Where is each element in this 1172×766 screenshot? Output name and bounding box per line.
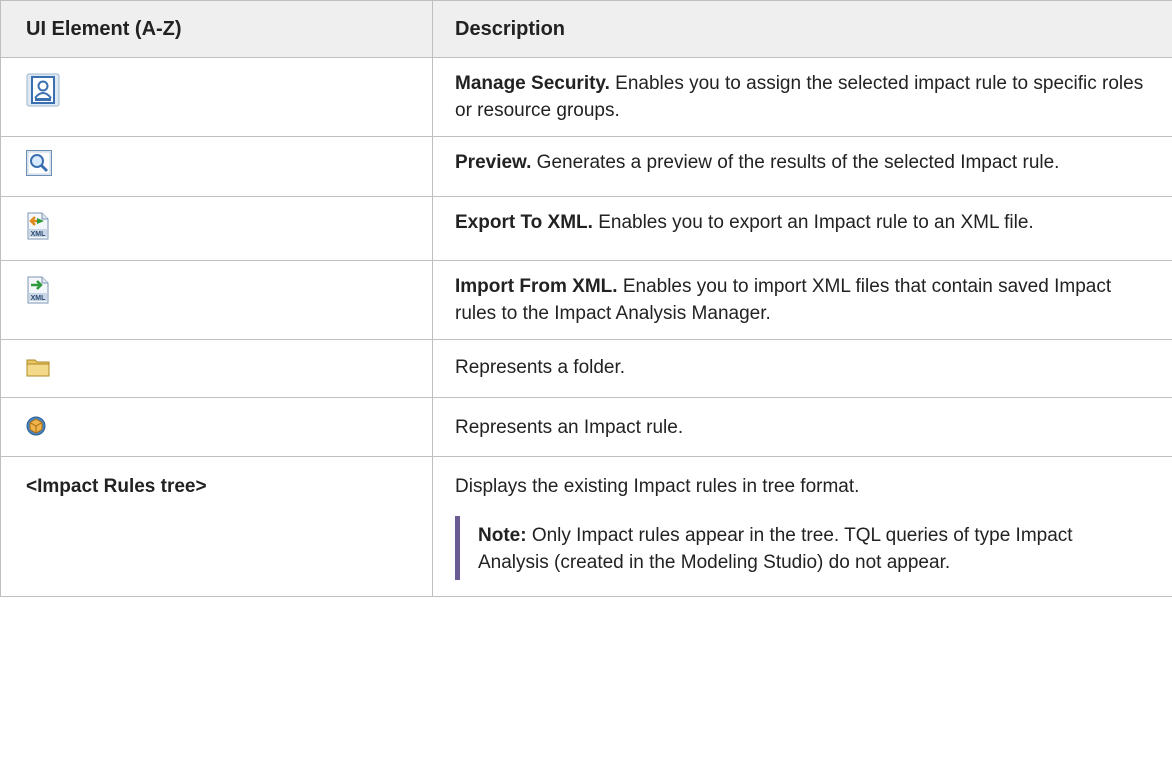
folder-icon [26, 357, 50, 385]
table-cell-icon: XML [0, 196, 433, 261]
preview-icon [26, 150, 52, 184]
description-text: Enables you to export an Impact rule to … [592, 212, 1034, 233]
table-row: Preview. Generates a preview of the resu… [0, 136, 1172, 197]
table-cell-description: Export To XML. Enables you to export an … [432, 196, 1172, 261]
table-cell-icon [0, 397, 433, 457]
table-row: <Impact Rules tree> Displays the existin… [0, 456, 1172, 597]
svg-text:XML: XML [31, 295, 47, 302]
import-xml-icon: XML [26, 276, 50, 312]
description-text: Represents a folder. [455, 357, 626, 378]
description-text: Generates a preview of the results of th… [531, 152, 1060, 173]
export-xml-icon: XML [26, 212, 50, 248]
table-cell-icon [0, 57, 433, 137]
impact-rule-icon [26, 416, 46, 444]
ui-elements-table: UI Element (A-Z) Description Manage Secu… [0, 0, 1172, 597]
table-cell-description: Represents a folder. [432, 339, 1172, 398]
table-header-row: UI Element (A-Z) Description [0, 0, 1172, 58]
table-cell-description: Manage Security. Enables you to assign t… [432, 57, 1172, 137]
manage-security-icon [26, 73, 60, 115]
impact-rules-tree-label: <Impact Rules tree> [26, 476, 207, 497]
table-cell-icon [0, 339, 433, 398]
term-label: Export To XML. [455, 212, 593, 233]
table-row: Represents an Impact rule. [0, 397, 1172, 457]
svg-text:XML: XML [31, 231, 47, 238]
table-cell-label: <Impact Rules tree> [0, 456, 433, 597]
table-row: Represents a folder. [0, 339, 1172, 398]
table-cell-description: Represents an Impact rule. [432, 397, 1172, 457]
note-box: Note: Only Impact rules appear in the tr… [455, 516, 1156, 580]
description-text: Displays the existing Impact rules in tr… [455, 476, 860, 497]
column-header-description: Description [432, 0, 1172, 58]
term-label: Manage Security. [455, 73, 610, 94]
description-text: Represents an Impact rule. [455, 417, 684, 438]
table-row: XML Export To XML. Enables you to export… [0, 196, 1172, 261]
term-label: Import From XML. [455, 276, 618, 297]
table-cell-icon [0, 136, 433, 197]
column-header-ui-element: UI Element (A-Z) [0, 0, 433, 58]
table-cell-description: Preview. Generates a preview of the resu… [432, 136, 1172, 197]
table-row: Manage Security. Enables you to assign t… [0, 57, 1172, 137]
table-row: XML Import From XML. Enables you to impo… [0, 260, 1172, 340]
table-cell-icon: XML [0, 260, 433, 340]
table-cell-description: Import From XML. Enables you to import X… [432, 260, 1172, 340]
note-text: Only Impact rules appear in the tree. TQ… [478, 525, 1073, 573]
term-label: Preview. [455, 152, 532, 173]
note-label: Note: [478, 525, 527, 546]
table-cell-description: Displays the existing Impact rules in tr… [432, 456, 1172, 597]
ui-elements-table-container: UI Element (A-Z) Description Manage Secu… [0, 0, 1172, 766]
